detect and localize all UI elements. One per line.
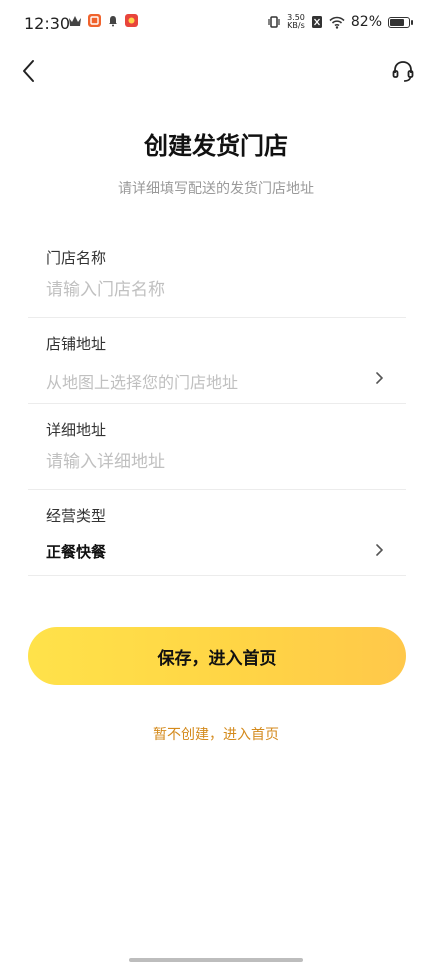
chevron-left-icon bbox=[23, 60, 34, 82]
page-subtitle: 请详细填写配送的发货门店地址 bbox=[118, 181, 314, 197]
battery-level bbox=[390, 18, 405, 26]
skip-create-link[interactable]: 暂不创建，进入首页 bbox=[0, 724, 432, 744]
store-name-input[interactable] bbox=[44, 275, 388, 305]
crown-icon bbox=[69, 15, 81, 26]
bell-icon bbox=[109, 15, 117, 26]
store-name-label: 门店名称 bbox=[46, 249, 107, 267]
chevron-right-icon bbox=[376, 544, 383, 556]
chevron-right-icon bbox=[376, 372, 383, 384]
store-address-placeholder: 从地图上选择您的门店地址 bbox=[46, 373, 239, 392]
status-time: 12:30 bbox=[24, 14, 71, 33]
store-address-row[interactable]: 店铺地址 从地图上选择您的门店地址 bbox=[28, 317, 406, 404]
battery-icon bbox=[388, 16, 413, 28]
status-right-icons: 3.50 KB/s 82% bbox=[267, 14, 413, 30]
detail-address-row: 详细地址 bbox=[28, 403, 406, 490]
business-type-label: 经营类型 bbox=[46, 507, 107, 525]
wifi-icon bbox=[329, 16, 345, 29]
app-notification-icon bbox=[88, 14, 101, 27]
headset-icon bbox=[392, 61, 414, 82]
page-title: 创建发货门店 bbox=[144, 132, 288, 160]
app-notification-icon-2 bbox=[125, 14, 138, 27]
battery-percent: 82% bbox=[350, 14, 382, 30]
business-type-value: 正餐快餐 bbox=[46, 543, 107, 561]
detail-address-input[interactable] bbox=[44, 447, 388, 477]
net-speed: 3.50 KB/s bbox=[287, 14, 305, 30]
save-and-enter-home-button[interactable]: 保存，进入首页 bbox=[28, 627, 406, 685]
back-button[interactable] bbox=[14, 56, 44, 86]
status-left-icons bbox=[68, 14, 138, 27]
store-name-row: 门店名称 bbox=[28, 231, 406, 318]
home-indicator[interactable] bbox=[129, 958, 303, 962]
status-bar: 12:30 3.50 KB/s 82% bbox=[0, 0, 432, 50]
vibrate-icon bbox=[268, 16, 280, 28]
sim-icon bbox=[311, 16, 322, 28]
store-address-label: 店铺地址 bbox=[46, 335, 107, 353]
net-speed-unit: KB/s bbox=[287, 21, 305, 30]
business-type-row[interactable]: 经营类型 正餐快餐 bbox=[28, 489, 406, 576]
detail-address-label: 详细地址 bbox=[46, 421, 107, 439]
customer-service-button[interactable] bbox=[388, 56, 418, 86]
